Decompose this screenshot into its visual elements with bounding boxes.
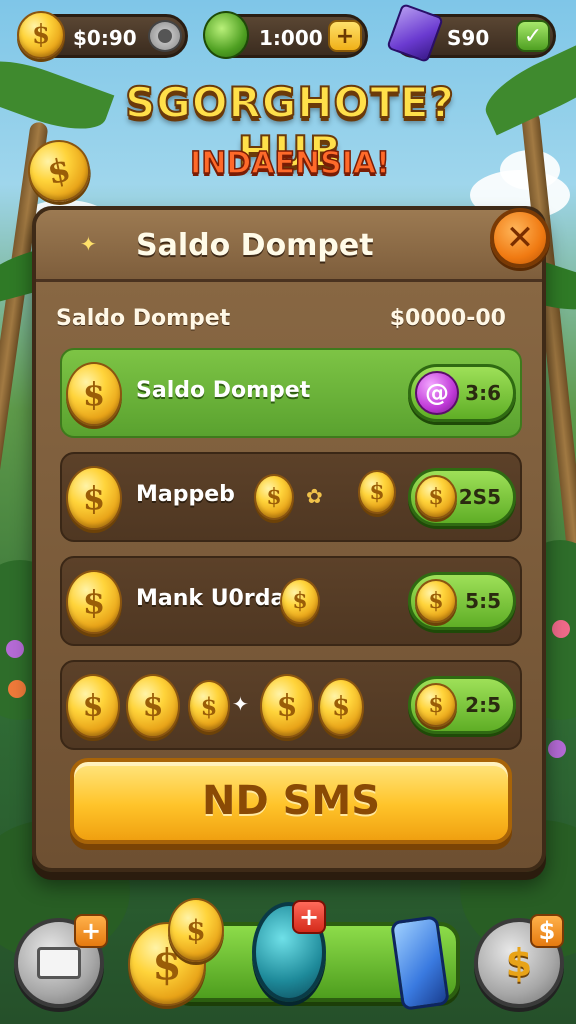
row-value-pill: @ 3:6 — [408, 364, 516, 422]
coin-icon: $ — [260, 674, 314, 738]
coin-icon: $ — [280, 578, 320, 624]
mail-icon — [37, 947, 81, 979]
wallet-row-mank[interactable]: $ Mank U0rda $ $ 5:5 — [60, 556, 522, 646]
summary-value: $0000-00 — [389, 306, 506, 331]
coin-icon: $ — [415, 683, 457, 727]
sparkle-icon: ✦ — [80, 232, 97, 256]
row-value: 3:6 — [465, 381, 501, 405]
coin-icon: $ — [66, 674, 120, 738]
row-value-pill: $ 5:5 — [408, 572, 516, 630]
wallet-row-coins[interactable]: $ $ $ ✦ $ $ $ 2:5 — [60, 660, 522, 750]
leaf-icon — [203, 11, 249, 59]
coin-icon: $ — [318, 678, 364, 736]
plus-icon: + — [74, 914, 108, 948]
game-subtitle: INDAENSIA! — [189, 145, 390, 182]
coin-icon: $ — [415, 475, 457, 519]
sparkle-icon: ✦ — [232, 692, 249, 716]
wallet-panel: ✦ Saldo Dompet ✕ Saldo Dompet $0000-00 $… — [32, 206, 550, 872]
coin-icon: $ — [358, 470, 396, 514]
row-value: 2:5 — [465, 693, 501, 717]
coin-icon: $ — [188, 680, 230, 732]
leaf-balance-pill: 1:000 + — [203, 11, 368, 59]
panel-title: Saldo Dompet — [136, 228, 374, 263]
coin-icon: $ — [66, 362, 122, 426]
main-action-label: ND SMS — [201, 778, 381, 824]
coin-balance-pill: $ $0:90 — [17, 11, 188, 59]
sparkle-icon: ✿ — [306, 484, 323, 508]
gem-balance-pill: S90 ✓ — [386, 2, 556, 64]
coin-settings-button[interactable] — [148, 20, 182, 52]
main-action-button[interactable]: ND SMS — [70, 758, 512, 844]
row-label: Mank U0rda — [136, 586, 286, 611]
wallet-row-mappeb[interactable]: $ Mappeb $ ✿ $ $ 2S5 — [60, 452, 522, 542]
plus-icon: + — [292, 900, 326, 934]
gem-balance-value: S90 — [447, 26, 490, 50]
add-leaf-button[interactable]: + — [328, 20, 362, 52]
row-value: 2S5 — [458, 485, 501, 509]
coin-icon: $ — [254, 474, 294, 520]
row-label: Saldo Dompet — [136, 378, 311, 403]
close-icon: ✕ — [505, 218, 535, 258]
coin-icon: $ — [66, 570, 122, 634]
confirm-gem-button[interactable]: ✓ — [516, 20, 550, 52]
coin-exchange-icon: $ — [505, 941, 533, 985]
row-label: Mappeb — [136, 482, 235, 507]
leaf-balance-value: 1:000 — [259, 26, 323, 50]
wallet-row-saldo[interactable]: $ Saldo Dompet @ 3:6 — [60, 348, 522, 438]
coin-balance-value: $0:90 — [73, 26, 137, 50]
gear-icon — [158, 29, 172, 43]
coin-icon: $ — [168, 898, 224, 962]
close-button[interactable]: ✕ — [490, 208, 550, 268]
coin-icon: $ — [126, 674, 180, 738]
row-value-pill: $ 2:5 — [408, 676, 516, 734]
coin-icon: $ — [17, 11, 65, 59]
row-value-pill: $ 2S5 — [408, 468, 516, 526]
row-value: 5:5 — [465, 589, 501, 613]
coin-icon: $ — [66, 466, 122, 530]
coin-icon: $ — [415, 579, 457, 623]
coin-badge-icon: $ — [530, 914, 564, 948]
check-icon: ✓ — [523, 23, 543, 49]
gem-icon: @ — [415, 371, 459, 415]
panel-header: ✦ Saldo Dompet — [36, 210, 542, 282]
summary-label: Saldo Dompet — [56, 306, 231, 331]
plus-icon: + — [335, 23, 355, 49]
